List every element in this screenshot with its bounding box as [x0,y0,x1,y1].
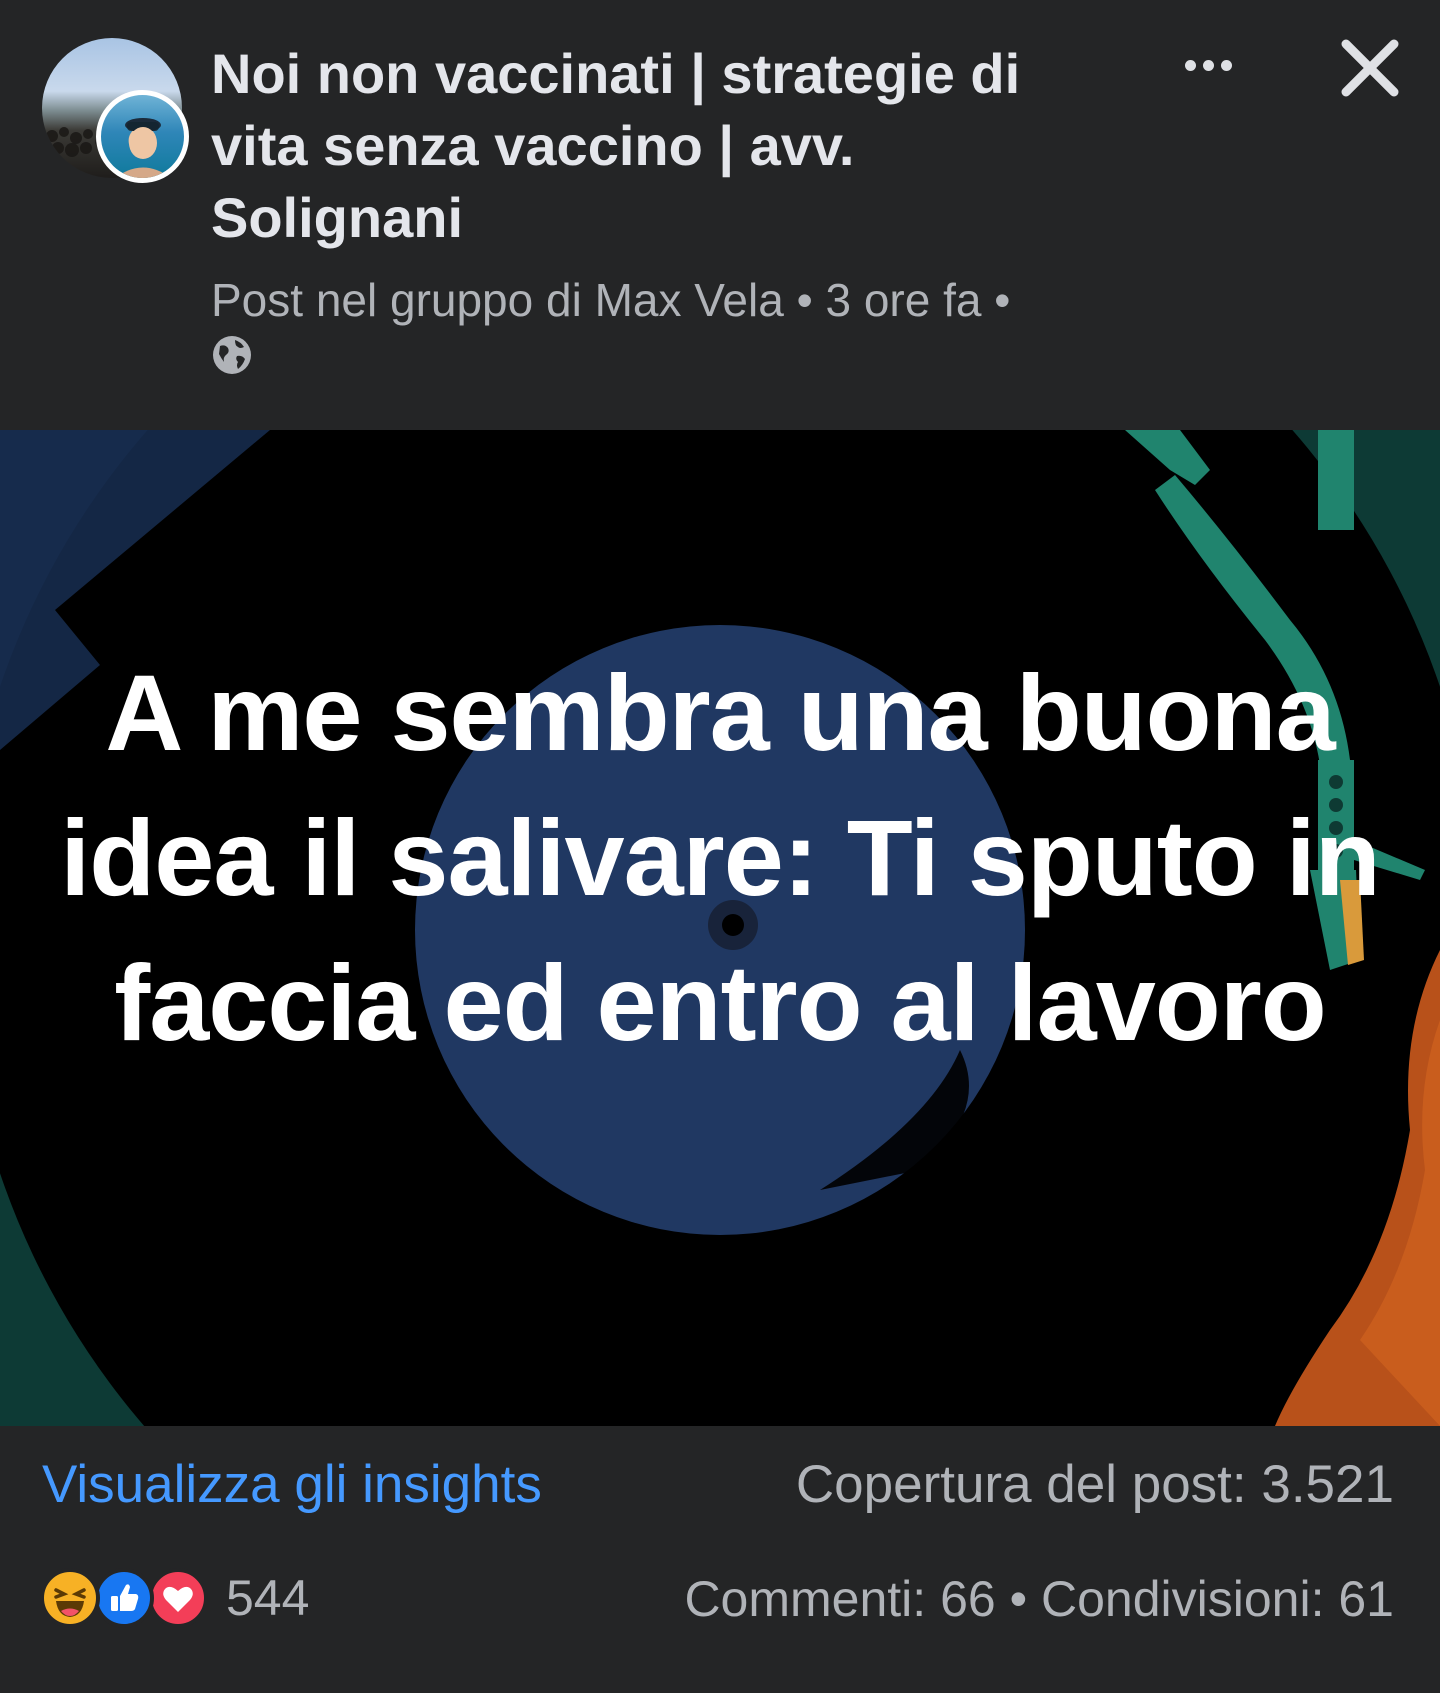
post-meta: Post nel gruppo di Max Vela • 3 ore fa • [211,274,1011,326]
group-title[interactable]: Noi non vaccinati | strategie di vita se… [211,38,1091,254]
insights-bar: Visualizza gli insights Copertura del po… [0,1426,1440,1556]
reaction-count: 544 [226,1570,310,1626]
haha-reaction-icon [40,1568,100,1628]
post-header: Noi non vaccinati | strategie di vita se… [0,0,1440,430]
group-avatar[interactable] [42,38,189,183]
love-reaction-icon [148,1568,208,1628]
close-icon [1341,39,1399,97]
close-button[interactable] [1330,28,1410,108]
view-insights-link[interactable]: Visualizza gli insights [42,1454,542,1515]
reaction-summary[interactable]: 544 [40,1568,309,1628]
comments-count[interactable]: Commenti: 66 [684,1571,995,1627]
more-options-button[interactable] [1168,40,1248,90]
post-image[interactable]: A me sembra una buona idea il salivare: … [0,430,1440,1426]
separator-dot: • [1009,1571,1028,1627]
like-reaction-icon [94,1568,154,1628]
post-reach: Copertura del post: 3.521 [795,1455,1394,1514]
post-image-text: A me sembra una buona idea il salivare: … [60,652,1380,1063]
engagement-counts: Commenti: 66 • Condivisioni: 61 [684,1570,1394,1628]
user-avatar [96,90,189,183]
shares-count[interactable]: Condivisioni: 61 [1041,1571,1394,1627]
more-options-icon [1184,59,1196,71]
reactions-bar: 544 Commenti: 66 • Condivisioni: 61 [0,1556,1440,1693]
globe-icon[interactable] [211,334,253,376]
